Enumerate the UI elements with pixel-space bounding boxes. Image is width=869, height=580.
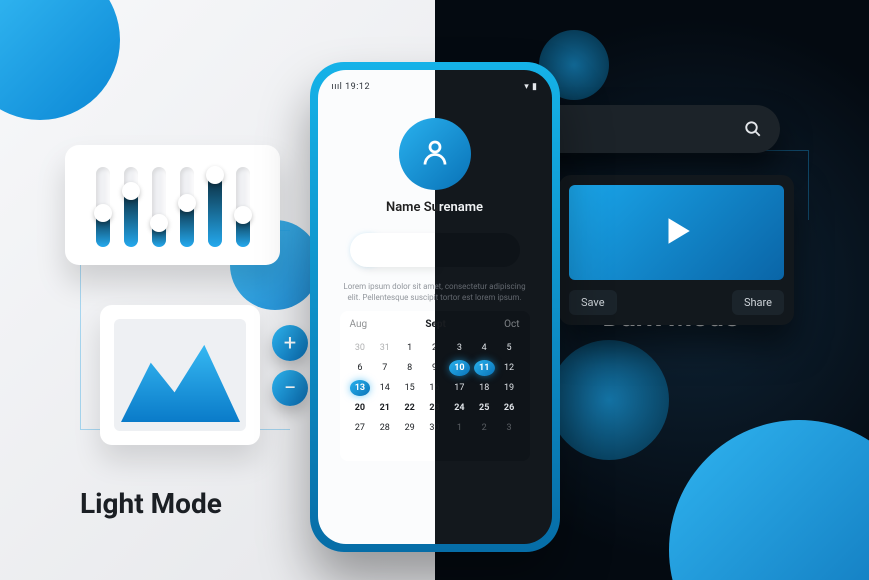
calendar-day[interactable]: 29 — [399, 420, 420, 436]
share-button[interactable]: Share — [732, 290, 784, 315]
calendar-day[interactable]: 24 — [449, 400, 470, 416]
calendar-day[interactable]: 20 — [350, 400, 371, 416]
user-name: Name Surename — [332, 200, 538, 215]
calendar[interactable]: AugSeptOct 30311234567891011121314151617… — [340, 311, 530, 461]
remove-button[interactable]: − — [272, 370, 308, 406]
calendar-day[interactable]: 31 — [374, 340, 395, 356]
calendar-day[interactable]: 1 — [449, 420, 470, 436]
calendar-day[interactable]: 28 — [374, 420, 395, 436]
calendar-day[interactable]: 15 — [399, 380, 420, 396]
image-thumbnail — [114, 319, 246, 431]
calendar-day[interactable]: 3 — [499, 420, 520, 436]
eq-slider-2[interactable] — [124, 167, 138, 247]
description-text: Lorem ipsum dolor sit amet, consectetur … — [332, 267, 538, 311]
calendar-day[interactable]: 17 — [449, 380, 470, 396]
action-pill[interactable]: Lorem ipsum dolor › — [350, 233, 520, 267]
calendar-month[interactable]: Oct — [504, 319, 519, 330]
calendar-day[interactable]: 2 — [424, 340, 445, 356]
calendar-month[interactable]: Sept — [425, 319, 446, 330]
calendar-day[interactable]: 22 — [399, 400, 420, 416]
add-button[interactable]: + — [272, 325, 308, 361]
video-card: Save Share — [559, 175, 794, 325]
calendar-day[interactable]: 13 — [350, 380, 371, 396]
eq-slider-6[interactable] — [236, 167, 250, 247]
calendar-day[interactable]: 14 — [374, 380, 395, 396]
calendar-day[interactable]: 19 — [499, 380, 520, 396]
equalizer-card — [65, 145, 280, 265]
eq-slider-5[interactable] — [208, 167, 222, 247]
calendar-day[interactable]: 2 — [474, 420, 495, 436]
light-mode-label: Light Mode — [80, 487, 222, 520]
calendar-day[interactable]: 6 — [350, 360, 371, 376]
calendar-day[interactable]: 8 — [399, 360, 420, 376]
calendar-grid[interactable]: 3031123456789101112131415161718192021222… — [350, 340, 520, 436]
calendar-month[interactable]: Aug — [350, 319, 368, 330]
calendar-day[interactable]: 25 — [474, 400, 495, 416]
status-bar: ıııl 19:12 ▾ ▮ — [332, 82, 538, 92]
calendar-day[interactable]: 7 — [374, 360, 395, 376]
calendar-day[interactable]: 1 — [399, 340, 420, 356]
calendar-day[interactable]: 23 — [424, 400, 445, 416]
phone-mockup: ıııl 19:12 ▾ ▮ Name Surename Lorem ipsum… — [310, 62, 560, 552]
eq-slider-1[interactable] — [96, 167, 110, 247]
play-icon — [660, 214, 694, 252]
calendar-day[interactable]: 9 — [424, 360, 445, 376]
calendar-day[interactable]: 21 — [374, 400, 395, 416]
calendar-day[interactable]: 30 — [424, 420, 445, 436]
decor-blob — [549, 340, 669, 460]
video-player[interactable] — [569, 185, 784, 280]
calendar-day[interactable]: 3 — [449, 340, 470, 356]
calendar-day[interactable]: 12 — [499, 360, 520, 376]
calendar-day[interactable]: 4 — [474, 340, 495, 356]
calendar-day[interactable]: 18 — [474, 380, 495, 396]
avatar[interactable] — [399, 118, 471, 190]
save-button[interactable]: Save — [569, 290, 617, 315]
eq-slider-3[interactable] — [152, 167, 166, 247]
image-card[interactable] — [100, 305, 260, 445]
calendar-day[interactable]: 27 — [350, 420, 371, 436]
calendar-months[interactable]: Aug Sept Oct — [350, 319, 520, 330]
calendar-day[interactable]: 30 — [350, 340, 371, 356]
calendar-day[interactable]: 11 — [474, 360, 495, 376]
user-icon — [420, 137, 450, 171]
calendar-day[interactable]: 10 — [449, 360, 470, 376]
calendar-day[interactable]: 26 — [499, 400, 520, 416]
search-icon — [744, 120, 762, 138]
wifi-icon: ▾ ▮ — [524, 82, 537, 92]
eq-slider-4[interactable] — [180, 167, 194, 247]
calendar-day[interactable]: 16 — [424, 380, 445, 396]
calendar-day[interactable]: 5 — [499, 340, 520, 356]
